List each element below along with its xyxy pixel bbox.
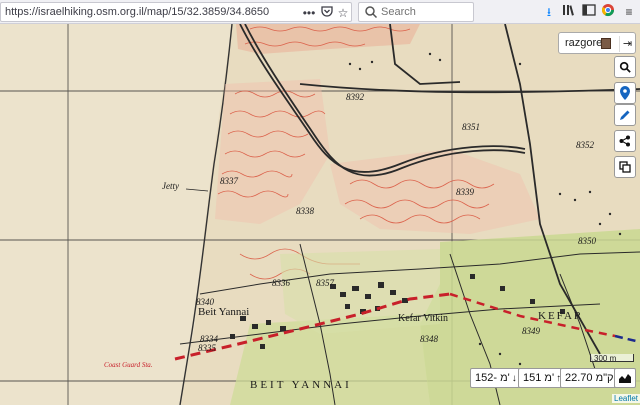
area-chart-icon [619,374,631,383]
layers-button[interactable] [614,156,636,178]
sidebar-icon[interactable] [580,3,598,21]
label-jetty: Jetty [162,181,179,191]
label-grid-8357: 8357 [316,278,334,288]
label-grid-8339: 8339 [456,187,474,197]
share-button[interactable] [614,130,636,152]
label-grid-8392: 8392 [346,92,364,102]
downloads-icon[interactable]: ⭳ [540,3,558,21]
layers-icon [619,161,631,173]
label-grid-8348: 8348 [420,334,438,344]
label-grid-8349: 8349 [522,326,540,336]
label-grid-8337: 8337 [220,176,238,186]
library-icon[interactable] [560,3,578,21]
distance-value: 22.70 ק"מ [565,372,614,384]
arrow-down-icon: ↓ [511,372,517,384]
pocket-icon[interactable] [319,5,335,21]
ascent-value: 151 מ' [523,372,555,384]
attribution-link[interactable]: Leaflet [612,394,640,403]
user-avatar[interactable] [601,38,611,49]
url-bar[interactable]: https://israelhiking.osm.org.il/map/15/3… [0,2,352,22]
descent-stat[interactable]: 152- מ' ↓ [470,368,524,388]
search-icon [365,6,378,19]
elevation-chart-button[interactable] [614,368,636,388]
search-placeholder: Search [381,6,416,18]
label-grid-8352: 8352 [576,140,594,150]
descent-value: 152- מ' [475,372,510,384]
url-text[interactable]: https://israelhiking.osm.org.il/map/15/3… [5,6,269,18]
label-coast-guard: Coast Guard Sta. [104,361,153,369]
search-button[interactable] [614,56,636,78]
menu-icon[interactable]: ≡ [620,3,638,21]
label-beit-yannai-big: BEIT YANNAI [250,379,352,391]
label-kefar-vitkin: Kefar Vitkin [398,313,449,324]
page-actions-icon[interactable]: ••• [301,5,317,21]
user-menu[interactable]: razgoren ⇥ [558,32,636,54]
label-beit-yannai: Beit Yannai [198,306,250,318]
label-grid-8338: 8338 [296,206,314,216]
browser-toolbar: https://israelhiking.osm.org.il/map/15/3… [0,0,640,24]
draw-route-button[interactable] [614,104,636,126]
label-grid-8336: 8336 [272,278,290,288]
label-grid-8350: 8350 [578,236,596,246]
pencil-icon [620,110,630,120]
label-grid-8335: 8335 [198,343,216,353]
historical-map-tile[interactable] [0,24,640,405]
map-view[interactable]: Jetty 8392 8351 8352 8337 8339 8338 8350… [0,24,640,405]
logout-icon[interactable]: ⇥ [619,36,635,52]
bookmark-star-icon[interactable]: ☆ [335,5,351,21]
chrome-extension-icon[interactable] [599,3,617,21]
label-grid-8351: 8351 [462,122,480,132]
search-icon [619,61,631,73]
location-button[interactable] [614,82,636,104]
share-icon [619,135,630,147]
map-pin-icon [620,86,630,100]
scale-label: 300 m [594,354,617,363]
search-bar[interactable]: Search [358,2,474,22]
label-kefar: KEFAR [538,310,584,322]
